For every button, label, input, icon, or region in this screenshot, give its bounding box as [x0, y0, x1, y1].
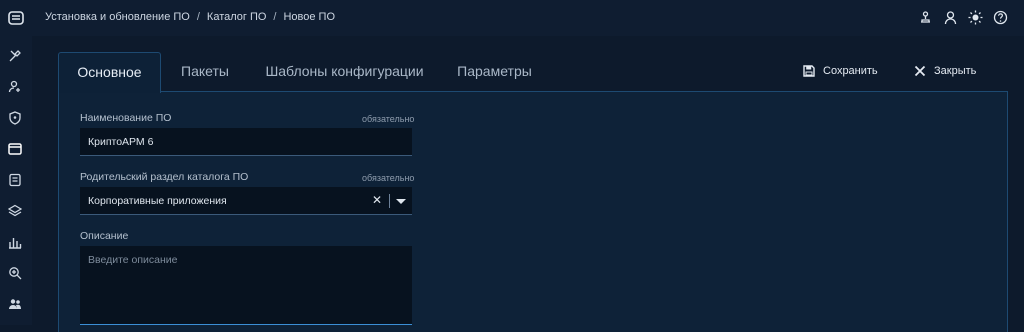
save-icon [803, 65, 815, 77]
parent-field-label: Родительский раздел каталога ПО [80, 171, 249, 183]
parent-required-hint: обязательно [362, 173, 415, 183]
clear-icon[interactable]: ✕ [372, 193, 382, 207]
network-icon[interactable] [918, 10, 933, 25]
name-input[interactable]: КриптоАРМ 6 [80, 128, 412, 156]
user-icon[interactable] [943, 10, 958, 25]
user-settings-icon[interactable] [8, 80, 24, 96]
name-field-label: Наименование ПО [80, 112, 172, 124]
search-zoom-icon[interactable] [8, 266, 24, 282]
top-bar: Установка и обновление ПО / Каталог ПО / Нов… [0, 0, 1024, 36]
save-button[interactable]: Сохранить [803, 60, 878, 82]
shield-icon[interactable] [8, 111, 24, 127]
tools-icon[interactable] [8, 49, 24, 65]
layers-icon[interactable] [7, 204, 24, 220]
users-icon[interactable] [8, 297, 24, 313]
help-icon[interactable] [993, 10, 1008, 25]
close-button-label: Закрыть [934, 65, 977, 77]
close-button[interactable]: Закрыть [914, 60, 976, 82]
tab-main[interactable]: Основное [58, 52, 161, 93]
tab-packages[interactable]: Пакеты [170, 52, 240, 90]
save-button-label: Сохранить [823, 65, 878, 77]
breadcrumb-item-install[interactable]: Установка и обновление ПО [45, 11, 190, 23]
app-logo-icon[interactable] [7, 9, 25, 27]
description-placeholder: Введите описание [88, 254, 178, 266]
name-required-hint: обязательно [362, 114, 415, 124]
parent-select[interactable]: Корпоративные приложения [80, 187, 412, 215]
description-field-label: Описание [80, 230, 129, 242]
select-divider [389, 194, 390, 208]
theme-sun-icon[interactable] [968, 10, 983, 25]
close-icon [914, 65, 926, 77]
breadcrumb-item-catalog[interactable]: Каталог ПО [207, 11, 267, 23]
breadcrumb: Установка и обновление ПО / Каталог ПО / Нов… [45, 11, 336, 23]
window-icon[interactable] [8, 142, 24, 158]
bar-chart-icon[interactable] [8, 235, 24, 251]
breadcrumb-item-current: Новое ПО [283, 11, 336, 23]
sidebar [0, 36, 32, 325]
description-textarea[interactable]: Введите описание [80, 246, 412, 325]
document-icon[interactable] [8, 173, 24, 189]
tab-parameters[interactable]: Параметры [448, 52, 541, 90]
chevron-down-icon[interactable] [396, 199, 406, 204]
tab-config-templates[interactable]: Шаблоны конфигурации [262, 52, 427, 90]
